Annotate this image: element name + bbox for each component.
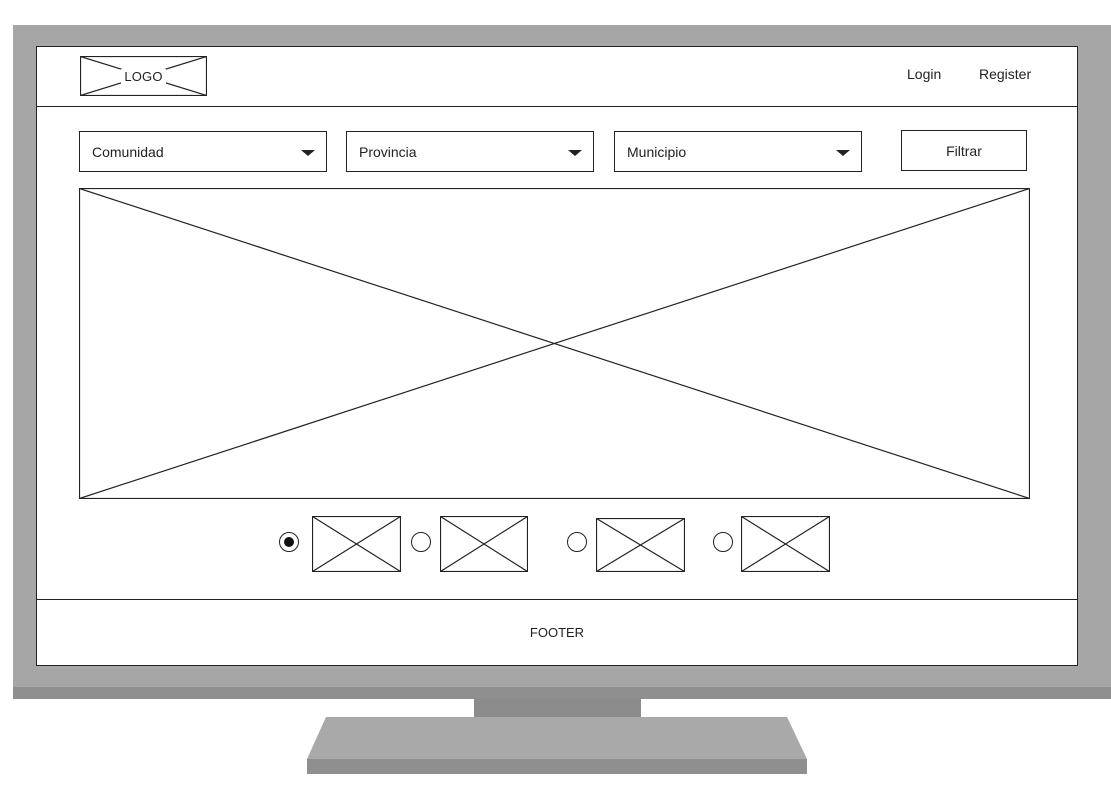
- carousel-thumbnail-2-image-icon[interactable]: [440, 516, 528, 572]
- municipio-select[interactable]: Municipio: [614, 131, 862, 172]
- monitor-base-edge: [307, 759, 807, 774]
- monitor-base: [307, 717, 807, 759]
- chevron-down-icon: [301, 150, 315, 156]
- carousel-thumbnail-3-image-icon[interactable]: [596, 518, 685, 572]
- carousel-thumbnail-4-image-icon[interactable]: [741, 516, 830, 572]
- login-link[interactable]: Login: [907, 66, 941, 82]
- monitor-bezel: [13, 687, 1111, 699]
- footer-text: FOOTER: [529, 625, 585, 640]
- carousel-thumbnail-1-image-icon[interactable]: [312, 516, 401, 572]
- carousel-radio-1[interactable]: [279, 532, 299, 552]
- carousel-radio-4[interactable]: [713, 532, 733, 552]
- chevron-down-icon: [836, 150, 850, 156]
- carousel-radio-2[interactable]: [411, 532, 431, 552]
- provincia-select[interactable]: Provincia: [346, 131, 594, 172]
- logo-text: LOGO: [121, 68, 166, 84]
- radio-selected-dot: [284, 537, 294, 547]
- comunidad-select-value: Comunidad: [92, 144, 164, 160]
- municipio-select-value: Municipio: [627, 144, 687, 160]
- filter-button[interactable]: Filtrar: [901, 130, 1027, 171]
- chevron-down-icon: [568, 150, 582, 156]
- register-link[interactable]: Register: [979, 66, 1031, 82]
- provincia-select-value: Provincia: [359, 144, 417, 160]
- site-footer: FOOTER: [36, 599, 1078, 666]
- comunidad-select[interactable]: Comunidad: [79, 131, 327, 172]
- hero-image-placeholder-icon: [79, 188, 1030, 499]
- logo: LOGO: [80, 56, 207, 96]
- carousel-radio-3[interactable]: [567, 532, 587, 552]
